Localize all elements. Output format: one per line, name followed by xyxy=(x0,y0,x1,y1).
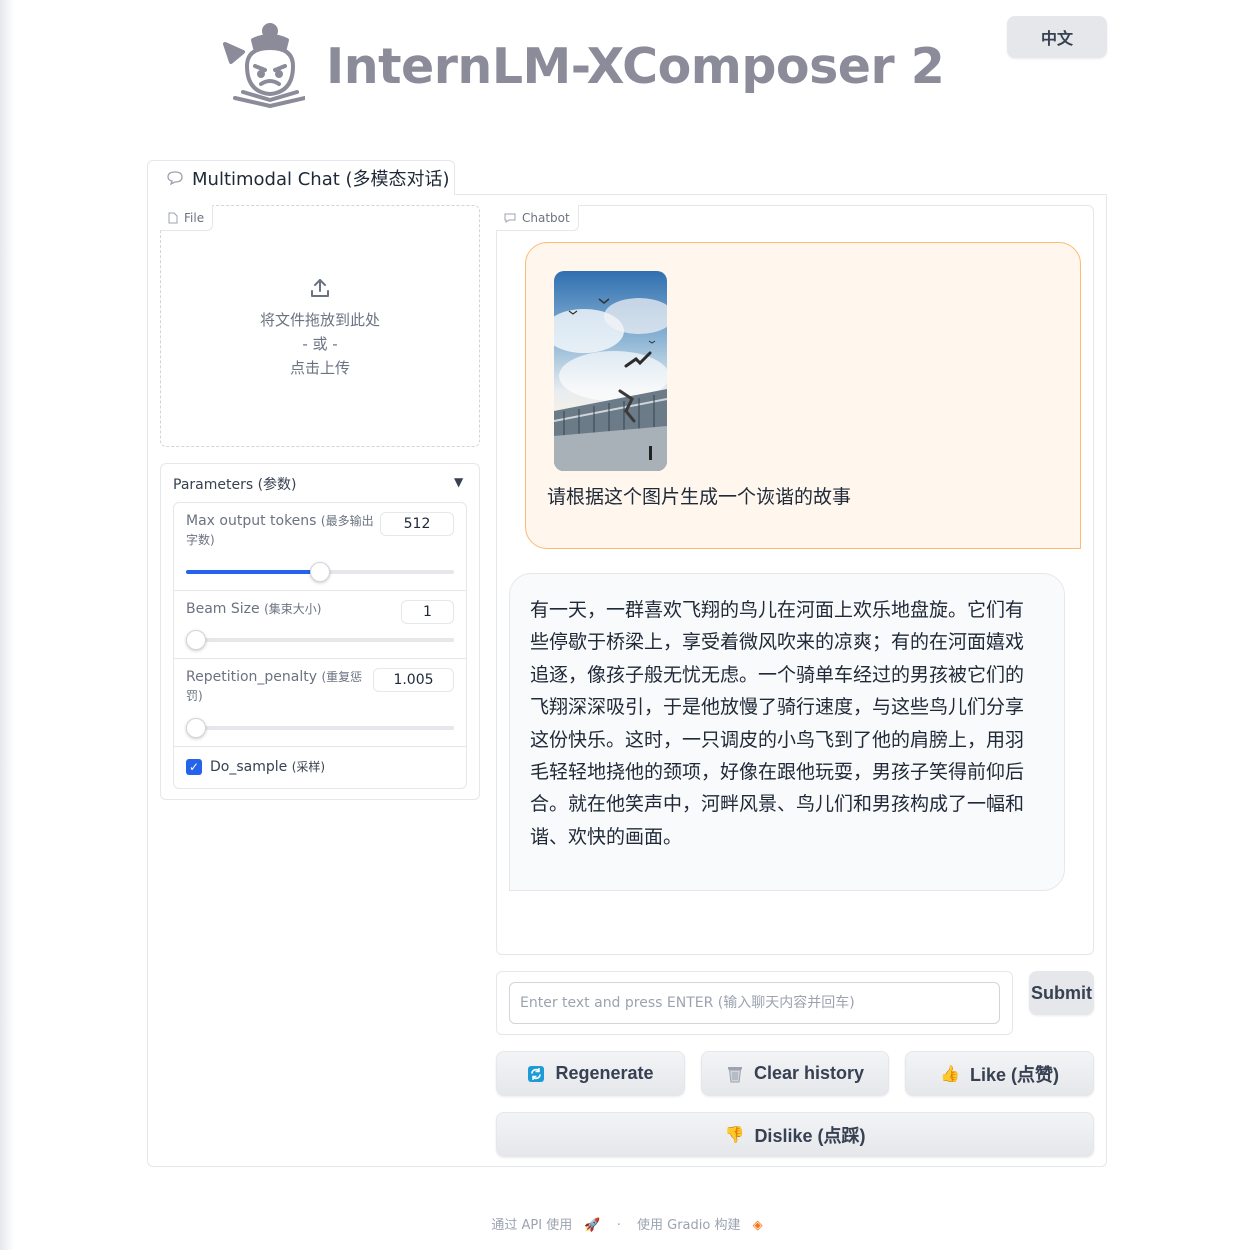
upload-instructions[interactable]: 将文件拖放到此处 - 或 - 点击上传 xyxy=(160,276,480,380)
submit-button[interactable]: Submit xyxy=(1029,971,1094,1015)
chat-input[interactable] xyxy=(509,982,1000,1024)
gradio-logo-icon: ◈ xyxy=(752,1218,763,1233)
beam-size-label: Beam Size (集束大小) xyxy=(186,600,321,619)
user-message-text: 请根据这个图片生成一个诙谐的故事 xyxy=(547,486,852,508)
language-toggle-button[interactable]: 中文 xyxy=(1007,16,1107,58)
refresh-icon xyxy=(528,1065,545,1082)
chatbot-chip: Chatbot xyxy=(496,205,579,231)
beam-size-slider-thumb[interactable] xyxy=(186,630,206,650)
file-icon xyxy=(168,212,178,223)
param-separator xyxy=(174,658,466,659)
page-edge-shadow xyxy=(0,0,14,1250)
regenerate-button[interactable]: Regenerate xyxy=(496,1051,685,1096)
repetition-penalty-label: Repetition_penalty (重复惩罚) xyxy=(186,668,366,706)
thumbs-up-icon: 👍 xyxy=(940,1065,960,1083)
drop-text: 将文件拖放到此处 xyxy=(259,311,380,329)
rocket-icon: 🚀 xyxy=(584,1218,601,1233)
upload-icon xyxy=(311,279,329,297)
dislike-label: Dislike (点踩) xyxy=(754,1125,866,1146)
brand-title: InternLM-XComposer 2 xyxy=(326,38,945,95)
or-text: - 或 - xyxy=(302,335,338,353)
footer-separator: · xyxy=(616,1218,621,1233)
bot-message-text: 有一天，一群喜欢飞翔的鸟儿在河面上欢乐地盘旋。它们有些停歇于桥梁上，享受着微风吹… xyxy=(530,599,1025,848)
beam-size-label-cn: (集束大小) xyxy=(264,602,322,616)
gradio-link[interactable]: 使用 Gradio 构建 ◈ xyxy=(633,1218,767,1233)
file-chip: File xyxy=(160,205,214,231)
clear-history-button[interactable]: Clear history xyxy=(701,1051,889,1096)
dislike-button[interactable]: 👎 Dislike (点踩) xyxy=(496,1112,1094,1157)
max-tokens-label: Max output tokens (最多输出字数) xyxy=(186,512,381,550)
api-link[interactable]: 通过 API 使用 🚀 xyxy=(487,1218,604,1233)
api-link-text: 通过 API 使用 xyxy=(491,1218,573,1233)
beam-size-input[interactable]: 1 xyxy=(401,600,454,624)
clear-history-label: Clear history xyxy=(753,1063,865,1083)
beam-size-label-en: Beam Size xyxy=(186,601,260,617)
do-sample-checkbox[interactable]: ✓ xyxy=(186,759,202,775)
footer: 通过 API 使用 🚀 · 使用 Gradio 构建 ◈ xyxy=(0,1214,1254,1233)
max-tokens-label-en: Max output tokens xyxy=(186,513,317,529)
max-tokens-input[interactable]: 512 xyxy=(380,512,454,536)
tab-multimodal-chat[interactable]: Multimodal Chat (多模态对话) xyxy=(147,160,455,195)
do-sample-label-en: Do_sample xyxy=(210,759,288,775)
repetition-penalty-slider[interactable] xyxy=(186,726,454,730)
max-tokens-slider-thumb[interactable] xyxy=(310,562,330,582)
tab-label: Multimodal Chat (多模态对话) xyxy=(192,168,450,190)
uploaded-photo-seagulls[interactable] xyxy=(554,271,667,471)
param-separator xyxy=(174,590,466,591)
file-chip-label: File xyxy=(184,210,205,225)
do-sample-label-cn: (采样) xyxy=(291,760,326,774)
wastebasket-icon xyxy=(727,1066,742,1082)
click-upload-text: 点击上传 xyxy=(289,359,350,377)
speech-bubble-icon xyxy=(167,170,183,185)
regenerate-label: Regenerate xyxy=(555,1063,654,1083)
chatbot-chip-label: Chatbot xyxy=(522,210,570,225)
like-label: Like (点赞) xyxy=(969,1064,1059,1085)
seagull-photo-illustration xyxy=(554,271,667,471)
beam-size-slider[interactable] xyxy=(186,638,454,642)
repetition-penalty-slider-thumb[interactable] xyxy=(186,718,206,738)
internlm-mascot-logo xyxy=(223,23,305,108)
parameters-title[interactable]: Parameters (参数) xyxy=(173,474,297,494)
repetition-penalty-label-en: Repetition_penalty xyxy=(186,669,318,685)
chat-icon xyxy=(504,213,516,223)
gradio-link-text: 使用 Gradio 构建 xyxy=(636,1218,741,1233)
collapse-caret-icon[interactable]: ▼ xyxy=(454,475,463,489)
max-tokens-slider-fill xyxy=(186,570,320,574)
thumbs-down-icon: 👎 xyxy=(724,1126,745,1144)
param-separator xyxy=(174,746,466,747)
like-button[interactable]: 👍 Like (点赞) xyxy=(905,1051,1094,1096)
repetition-penalty-input[interactable]: 1.005 xyxy=(373,668,454,692)
do-sample-label[interactable]: Do_sample (采样) xyxy=(210,758,325,775)
